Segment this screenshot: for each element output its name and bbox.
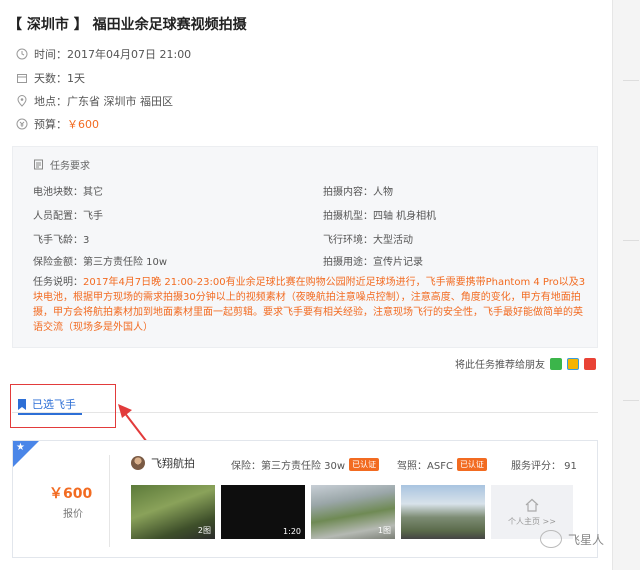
task-title: 福田业余足球赛视频拍摄 (92, 17, 247, 33)
pilot-name[interactable]: 飞翔航拍 (151, 455, 195, 471)
description-label: 任务说明： (33, 277, 83, 288)
page: 【 深圳市 】 福田业余足球赛视频拍摄 时间：2017年04月07日 21:00… (0, 0, 640, 570)
pilot-insurance: 保险：第三方责任险 30w 已认证 (231, 457, 380, 472)
profile-link-label: 个人主页 >> (508, 516, 556, 526)
location-row: 地点：广东省 深圳市 福田区 (16, 93, 173, 109)
insurance-amount: 保险金额：第三方责任险 10w (33, 257, 168, 268)
license-verified-badge: 已认证 (456, 458, 487, 471)
home-icon (525, 498, 539, 512)
page-title: 【 深圳市 】 福田业余足球赛视频拍摄 (8, 14, 247, 34)
wechat-logo-icon (540, 530, 562, 548)
highlight-box (10, 384, 116, 428)
license-text: 驾照：ASFC (397, 461, 453, 472)
thumbnail-caption: 1图 (377, 526, 391, 535)
location-value: 广东省 深圳市 福田区 (67, 95, 173, 108)
city-tag: 【 深圳市 】 (8, 17, 88, 33)
quote-price: ￥600 (49, 486, 93, 502)
media-thumbnail[interactable]: 2图 (131, 485, 215, 539)
star-icon: ★ (16, 442, 25, 453)
thumbnail-caption: 2图 (197, 526, 211, 535)
thumbnail-caption: 1:20 (283, 527, 301, 536)
rail-divider (623, 400, 639, 401)
flight-environment: 飞行环境：大型活动 (323, 235, 413, 246)
staff-config: 人员配置：飞手 (33, 211, 103, 222)
budget-value: ￥600 (67, 118, 99, 131)
task-description: 任务说明：2017年4月7日晚 21:00-23:00有业余足球比赛在购物公园附… (33, 275, 589, 335)
media-thumbnail[interactable]: 1图 (311, 485, 395, 539)
qzone-icon[interactable] (567, 357, 579, 370)
avatar[interactable] (131, 456, 145, 470)
media-thumbnail[interactable] (401, 485, 485, 539)
document-icon (34, 159, 43, 170)
requirements-panel: 任务要求 电池块数：其它 拍摄内容：人物 人员配置：飞手 拍摄机型：四轴 机身相… (12, 146, 598, 348)
drone-model: 拍摄机型：四轴 机身相机 (323, 211, 437, 222)
watermark-text: 飞星人 (568, 532, 605, 547)
budget-label: 预算： (34, 118, 67, 131)
budget-row: 预算：￥600 (16, 116, 99, 132)
pilot-experience: 飞手飞龄：3 (33, 235, 90, 246)
selected-pilot-card: ★ ￥600 报价 飞翔航拍 保险：第三方责任险 30w 已认证 驾照：ASFC… (12, 440, 598, 558)
quote-label: 报价 (63, 509, 83, 520)
rail-divider (623, 80, 639, 81)
calendar-icon (17, 74, 27, 83)
days-value: 1天 (67, 72, 85, 85)
battery-count: 电池块数：其它 (33, 187, 103, 198)
shoot-usage: 拍摄用途：宣传片记录 (323, 257, 423, 268)
right-scroll-rail[interactable] (612, 0, 640, 570)
insurance-verified-badge: 已认证 (349, 458, 380, 471)
share-bar: 将此任务推荐给朋友 (455, 356, 596, 371)
days-row: 天数：1天 (16, 70, 85, 86)
pilot-license: 驾照：ASFC 已认证 (397, 457, 487, 472)
location-pin-icon (17, 95, 27, 107)
time-row: 时间：2017年04月07日 21:00 (16, 46, 191, 62)
watermark: 飞星人 (540, 530, 604, 548)
wechat-icon[interactable] (550, 357, 562, 370)
description-text: 2017年4月7日晚 21:00-23:00有业余足球比赛在购物公园附近足球场进… (33, 277, 586, 333)
media-thumbnail[interactable]: 1:20 (221, 485, 305, 539)
requirements-heading-text: 任务要求 (50, 161, 90, 172)
share-text: 将此任务推荐给朋友 (455, 360, 545, 371)
clock-icon (16, 48, 28, 60)
weibo-icon[interactable] (584, 357, 596, 370)
requirements-heading: 任务要求 (33, 157, 90, 172)
location-label: 地点： (34, 95, 67, 108)
shoot-content: 拍摄内容：人物 (323, 187, 393, 198)
time-label: 时间： (34, 48, 67, 61)
insurance-text: 保险：第三方责任险 30w (231, 461, 346, 472)
rail-divider (623, 240, 639, 241)
days-label: 天数： (34, 72, 67, 85)
service-rating: 服务评分： 91 (511, 461, 577, 472)
card-divider (109, 455, 110, 547)
time-value: 2017年04月07日 21:00 (67, 48, 192, 61)
coin-icon (16, 118, 28, 130)
pilot-info[interactable]: 飞翔航拍 (131, 455, 195, 471)
